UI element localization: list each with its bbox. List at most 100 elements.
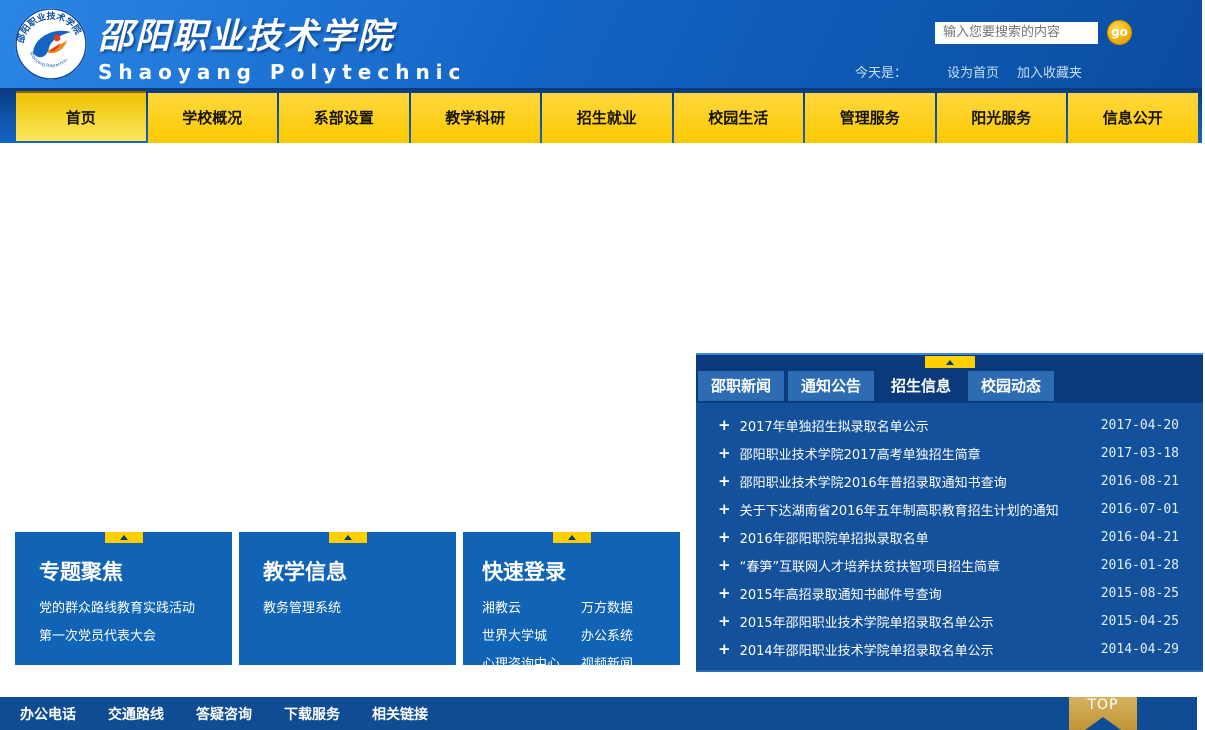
plus-icon: + (718, 612, 731, 630)
panel-links: 教务管理系统 (263, 595, 456, 623)
quick-login-link[interactable]: 视频新闻 (581, 651, 680, 679)
quick-login-link[interactable]: 世界大学城 (482, 623, 581, 651)
news-item-title: 2015年高招录取通知书邮件号查询 (740, 584, 1091, 603)
page: 邵阳职业技术学院 Shaoyang Polytechnic 邵阳职业技术学院 S… (0, 0, 1205, 730)
search-box: go (935, 20, 1132, 45)
news-list-item[interactable]: + 2014年邵阳职业技术学院单招录取名单公示 2014-04-29 (718, 635, 1179, 663)
nav-item[interactable]: 校园生活 (674, 93, 804, 143)
footer-link[interactable]: 办公电话 (20, 704, 76, 724)
news-item-date: 2017-03-18 (1101, 446, 1179, 461)
site-title-en: Shaoyang Polytechnic (98, 60, 466, 84)
footer-link[interactable]: 下载服务 (284, 704, 340, 724)
quick-login-link[interactable]: 心理咨询中心 (482, 651, 581, 679)
plus-icon: + (718, 584, 731, 602)
news-panel: 邵职新闻 通知公告 招生信息 校园动态 + 2017年单独招生拟录取名单公示 2… (696, 353, 1203, 672)
footer-link[interactable]: 交通路线 (108, 704, 164, 724)
plus-icon: + (718, 640, 731, 658)
nav-item[interactable]: 首页 (16, 91, 146, 141)
plus-icon: + (718, 528, 731, 546)
quick-login-link[interactable]: 万方数据 (581, 595, 680, 623)
collapse-panel-tab[interactable] (925, 356, 975, 368)
news-list-item[interactable]: + “春笋”互联网人才培养扶贫扶智项目招生简章 2016-01-28 (718, 551, 1179, 579)
news-list-item[interactable]: + 2015年邵阳职业技术学院单招录取名单公示 2015-04-25 (718, 607, 1179, 635)
panel-special-topics: 专题聚焦 党的群众路线教育实践活动 第一次党员代表大会 (15, 532, 232, 665)
news-item-title: 关于下达湖南省2016年五年制高职教育招生计划的通知 (740, 500, 1091, 519)
quick-login-columns: 湘教云 世界大学城 心理咨询中心 万方数据 办公系统 视频新闻 (482, 595, 680, 679)
news-item-title: 2017年单独招生拟录取名单公示 (740, 416, 1091, 435)
panel-title: 教学信息 (263, 556, 456, 586)
search-input[interactable] (935, 22, 1098, 44)
news-item-date: 2017-04-20 (1101, 418, 1179, 433)
nav-item[interactable]: 信息公开 (1068, 93, 1198, 143)
quick-login-left-column: 湘教云 世界大学城 心理咨询中心 (482, 595, 581, 679)
news-item-date: 2016-01-28 (1101, 558, 1179, 573)
news-item-title: 2015年邵阳职业技术学院单招录取名单公示 (740, 612, 1091, 631)
news-item-date: 2016-07-01 (1101, 502, 1179, 517)
nav-item[interactable]: 阳光服务 (937, 93, 1067, 143)
news-list-item[interactable]: + 2017年单独招生拟录取名单公示 2017-04-20 (718, 411, 1179, 439)
quick-login-right-column: 万方数据 办公系统 视频新闻 (581, 595, 680, 679)
nav-item[interactable]: 管理服务 (805, 93, 935, 143)
nav-item[interactable]: 教学科研 (411, 93, 541, 143)
collapse-panel-tab[interactable] (105, 532, 143, 543)
site-title-block: 邵阳职业技术学院 Shaoyang Polytechnic (98, 8, 466, 84)
panel-quick-login: 快速登录 湘教云 世界大学城 心理咨询中心 万方数据 办公系统 视频新闻 (463, 532, 680, 665)
plus-icon: + (718, 472, 731, 490)
news-item-date: 2014-04-29 (1101, 642, 1179, 657)
news-list-item[interactable]: + 关于下达湖南省2016年五年制高职教育招生计划的通知 2016-07-01 (718, 495, 1179, 523)
panel-links: 党的群众路线教育实践活动 第一次党员代表大会 (39, 595, 232, 651)
plus-icon: + (718, 416, 731, 434)
today-label: 今天是： (855, 62, 907, 81)
add-favorite-link[interactable]: 加入收藏夹 (1017, 62, 1082, 81)
news-tab[interactable]: 招生信息 (878, 371, 964, 401)
plus-icon: + (718, 556, 731, 574)
footer-bar: 办公电话 交通路线 答疑咨询 下载服务 相关链接 (0, 697, 1197, 730)
header-meta-row: 今天是： 设为首页 加入收藏夹 (855, 62, 1082, 81)
news-tab[interactable]: 校园动态 (968, 371, 1054, 401)
news-item-title: 邵阳职业技术学院2016年普招录取通知书查询 (740, 472, 1091, 491)
news-list-item[interactable]: + 2015年高招录取通知书邮件号查询 2015-08-25 (718, 579, 1179, 607)
collapse-panel-tab[interactable] (553, 532, 591, 543)
news-list-item[interactable]: + 邵阳职业技术学院2016年普招录取通知书查询 2016-08-21 (718, 467, 1179, 495)
plus-icon: + (718, 500, 731, 518)
panel-title: 专题聚焦 (39, 556, 232, 586)
panel-teaching-info: 教学信息 教务管理系统 (239, 532, 456, 665)
caret-up-icon (946, 360, 954, 365)
quick-login-link[interactable]: 湘教云 (482, 595, 581, 623)
panel-link[interactable]: 教务管理系统 (263, 595, 456, 623)
nav-item[interactable]: 学校概况 (148, 93, 278, 143)
news-item-title: 2016年邵阳职院单招拟录取名单 (740, 528, 1091, 547)
news-item-date: 2015-08-25 (1101, 586, 1179, 601)
panel-link[interactable]: 党的群众路线教育实践活动 (39, 595, 232, 623)
set-homepage-link[interactable]: 设为首页 (947, 62, 999, 81)
nav-item[interactable]: 招生就业 (542, 93, 672, 143)
news-panel-header: 邵职新闻 通知公告 招生信息 校园动态 (696, 355, 1203, 403)
panel-title: 快速登录 (482, 556, 680, 586)
news-list-item[interactable]: + 2016年邵阳职院单招拟录取名单 2016-04-21 (718, 523, 1179, 551)
school-logo-icon[interactable]: 邵阳职业技术学院 Shaoyang Polytechnic (14, 7, 88, 81)
news-item-date: 2016-04-21 (1101, 530, 1179, 545)
news-list-item[interactable]: + 邵阳职业技术学院2017高考单独招生简章 2017-03-18 (718, 439, 1179, 467)
search-go-button[interactable]: go (1107, 20, 1132, 45)
top-label: TOP (1069, 697, 1137, 714)
news-tab[interactable]: 通知公告 (788, 371, 874, 401)
caret-up-icon (120, 535, 128, 540)
panel-link[interactable]: 第一次党员代表大会 (39, 623, 232, 651)
caret-up-icon (568, 535, 576, 540)
footer-link[interactable]: 答疑咨询 (196, 704, 252, 724)
plus-icon: + (718, 444, 731, 462)
main-nav: 首页 学校概况 系部设置 教学科研 招生就业 校园生活 管理服务 阳光服务 信息… (0, 88, 1202, 143)
quick-login-link[interactable]: 办公系统 (581, 623, 680, 651)
news-item-date: 2016-08-21 (1101, 474, 1179, 489)
ribbon-notch (1085, 717, 1121, 730)
site-title-zh: 邵阳职业技术学院 (98, 8, 466, 59)
back-to-top-button[interactable]: TOP (1069, 697, 1137, 730)
collapse-panel-tab[interactable] (329, 532, 367, 543)
news-item-title: 邵阳职业技术学院2017高考单独招生简章 (740, 444, 1091, 463)
nav-item[interactable]: 系部设置 (279, 93, 409, 143)
news-list: + 2017年单独招生拟录取名单公示 2017-04-20 + 邵阳职业技术学院… (696, 403, 1203, 663)
news-item-title: 2014年邵阳职业技术学院单招录取名单公示 (740, 640, 1091, 659)
caret-up-icon (344, 535, 352, 540)
news-tab[interactable]: 邵职新闻 (698, 371, 784, 401)
footer-link[interactable]: 相关链接 (372, 704, 428, 724)
